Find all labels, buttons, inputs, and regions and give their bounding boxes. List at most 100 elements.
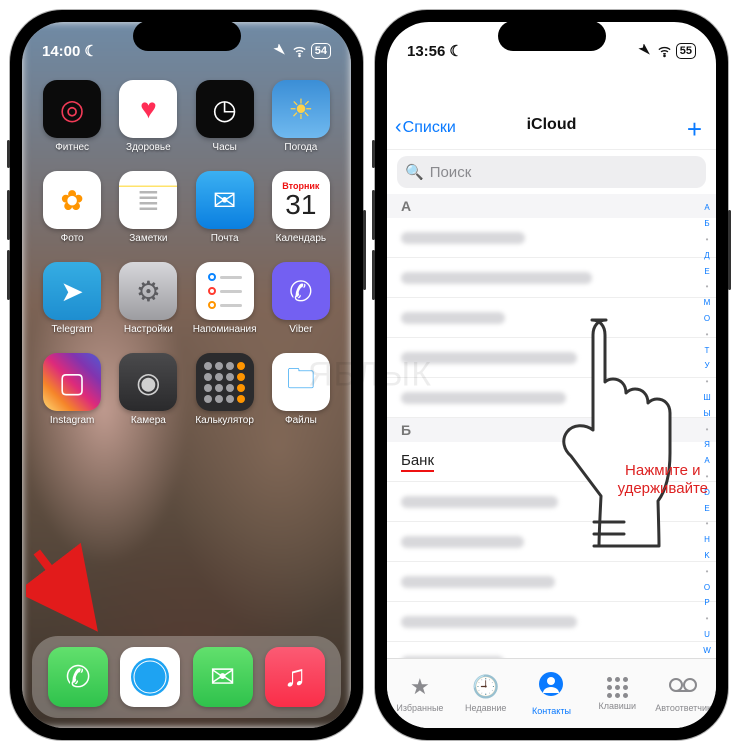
app-label: Часы	[212, 142, 236, 153]
add-contact-button[interactable]: +	[687, 114, 702, 145]
status-time: 13:56	[407, 43, 445, 60]
app-label: Фитнес	[55, 142, 89, 153]
files-icon: 🗀	[272, 353, 330, 411]
moon-icon: ☾	[449, 42, 462, 60]
app-clock[interactable]: ◷ Часы	[191, 80, 259, 153]
callout-arrow	[26, 543, 116, 633]
app-label: Фото	[61, 233, 84, 244]
app-calendar[interactable]: Вторник31 Календарь	[267, 171, 335, 244]
tab-recents[interactable]: 🕘 Недавние	[453, 659, 519, 728]
dynamic-island	[133, 21, 241, 51]
app-reminders[interactable]: Напоминания	[191, 262, 259, 335]
tab-label: Избранные	[396, 703, 443, 713]
settings-icon: ⚙	[119, 262, 177, 320]
callout-text: Нажмите иудерживайте	[618, 462, 708, 498]
fitness-icon: ◎	[43, 80, 101, 138]
app-label: Погода	[284, 142, 317, 153]
moon-icon: ☾	[84, 42, 97, 60]
photos-icon: ✿	[43, 171, 101, 229]
notes-icon: ≣	[119, 171, 177, 229]
person-icon	[538, 671, 564, 703]
dock-music[interactable]: ♫	[265, 647, 325, 707]
search-icon: 🔍	[405, 163, 424, 181]
app-notes[interactable]: ≣ Заметки	[114, 171, 182, 244]
tab-label: Клавиши	[599, 701, 637, 711]
battery-indicator: 54	[311, 43, 331, 59]
telegram-icon: ➤	[43, 262, 101, 320]
app-label: Почта	[211, 233, 239, 244]
phone-contacts: 13:56 ☾ 55 ‹ Списки iCloud + 🔍	[375, 10, 728, 740]
tab-favorites[interactable]: ★ Избранные	[387, 659, 453, 728]
app-photos[interactable]: ✿ Фото	[38, 171, 106, 244]
dock-safari[interactable]	[120, 647, 180, 707]
navbar: ‹ Списки iCloud +	[387, 70, 716, 150]
tab-bar: ★ Избранные 🕘 Недавние Контакты Клавиши Автоот…	[387, 658, 716, 728]
app-settings[interactable]: ⚙ Настройки	[114, 262, 182, 335]
wifi-icon	[292, 44, 307, 59]
app-mail[interactable]: ✉ Почта	[191, 171, 259, 244]
battery-indicator: 55	[676, 43, 696, 59]
app-health[interactable]: ♥ Здоровье	[114, 80, 182, 153]
tab-label: Недавние	[465, 703, 506, 713]
contact-row[interactable]	[387, 218, 716, 258]
recents-icon: 🕘	[472, 674, 499, 700]
search-placeholder: Поиск	[430, 164, 472, 181]
tab-voicemail[interactable]: Автоответчик	[650, 659, 716, 728]
section-header: А	[387, 194, 716, 218]
app-label: Напоминания	[193, 324, 257, 335]
app-label: Настройки	[124, 324, 173, 335]
app-instagram[interactable]: ▢ Instagram	[38, 353, 106, 426]
airplane-icon	[638, 44, 653, 59]
app-label: Калькулятор	[195, 415, 254, 426]
dock-messages[interactable]: ✉	[193, 647, 253, 707]
tab-contacts[interactable]: Контакты	[519, 659, 585, 728]
tab-label: Контакты	[532, 706, 571, 716]
favorites-icon: ★	[410, 674, 430, 700]
phone-home: 14:00 ☾ 54 ◎ Фитнес ♥ Здоровье ◷ Часы ☀ Погода ✿…	[10, 10, 363, 740]
pointing-hand-icon	[546, 312, 676, 572]
wifi-icon	[657, 44, 672, 59]
app-label: Telegram	[52, 324, 93, 335]
calendar-icon: Вторник31	[272, 171, 330, 229]
back-label: Списки	[403, 119, 456, 137]
keypad-icon	[607, 677, 628, 698]
app-label: Файлы	[285, 415, 317, 426]
back-button[interactable]: ‹ Списки	[395, 116, 456, 139]
weather-icon: ☀	[272, 80, 330, 138]
app-weather[interactable]: ☀ Погода	[267, 80, 335, 153]
tab-keypad[interactable]: Клавиши	[584, 659, 650, 728]
tab-label: Автоответчик	[655, 703, 711, 713]
index-bar[interactable]: АБ•ДЕ•МО•TУ•ШЫ•ЯA•DE•HK•OP•UW•	[700, 194, 714, 680]
app-label: Камера	[131, 415, 166, 426]
chevron-left-icon: ‹	[395, 116, 402, 139]
app-label: Заметки	[129, 233, 167, 244]
mail-icon: ✉	[196, 171, 254, 229]
calculator-icon	[196, 353, 254, 411]
airplane-icon	[273, 44, 288, 59]
clock-icon: ◷	[196, 80, 254, 138]
contact-row[interactable]	[387, 602, 716, 642]
dynamic-island	[498, 21, 606, 51]
reminders-icon	[196, 262, 254, 320]
dock: ✆ ✉♫	[32, 636, 341, 718]
app-camera[interactable]: ◉ Камера	[114, 353, 182, 426]
app-label: Viber	[289, 324, 312, 335]
app-fitness[interactable]: ◎ Фитнес	[38, 80, 106, 153]
health-icon: ♥	[119, 80, 177, 138]
home-grid: ◎ Фитнес ♥ Здоровье ◷ Часы ☀ Погода ✿ Фото ≣ Заметк…	[22, 70, 351, 426]
app-label: Календарь	[276, 233, 326, 244]
camera-icon: ◉	[119, 353, 177, 411]
app-calculator[interactable]: Калькулятор	[191, 353, 259, 426]
app-viber[interactable]: ✆ Viber	[267, 262, 335, 335]
search-input[interactable]: 🔍 Поиск	[397, 156, 706, 188]
voicemail-icon	[669, 674, 697, 700]
app-label: Instagram	[50, 415, 94, 426]
app-telegram[interactable]: ➤ Telegram	[38, 262, 106, 335]
app-files[interactable]: 🗀 Файлы	[267, 353, 335, 426]
instagram-icon: ▢	[43, 353, 101, 411]
contact-row[interactable]	[387, 258, 716, 298]
dock-phone[interactable]: ✆	[48, 647, 108, 707]
viber-icon: ✆	[272, 262, 330, 320]
status-time: 14:00	[42, 43, 80, 60]
app-label: Здоровье	[126, 142, 171, 153]
